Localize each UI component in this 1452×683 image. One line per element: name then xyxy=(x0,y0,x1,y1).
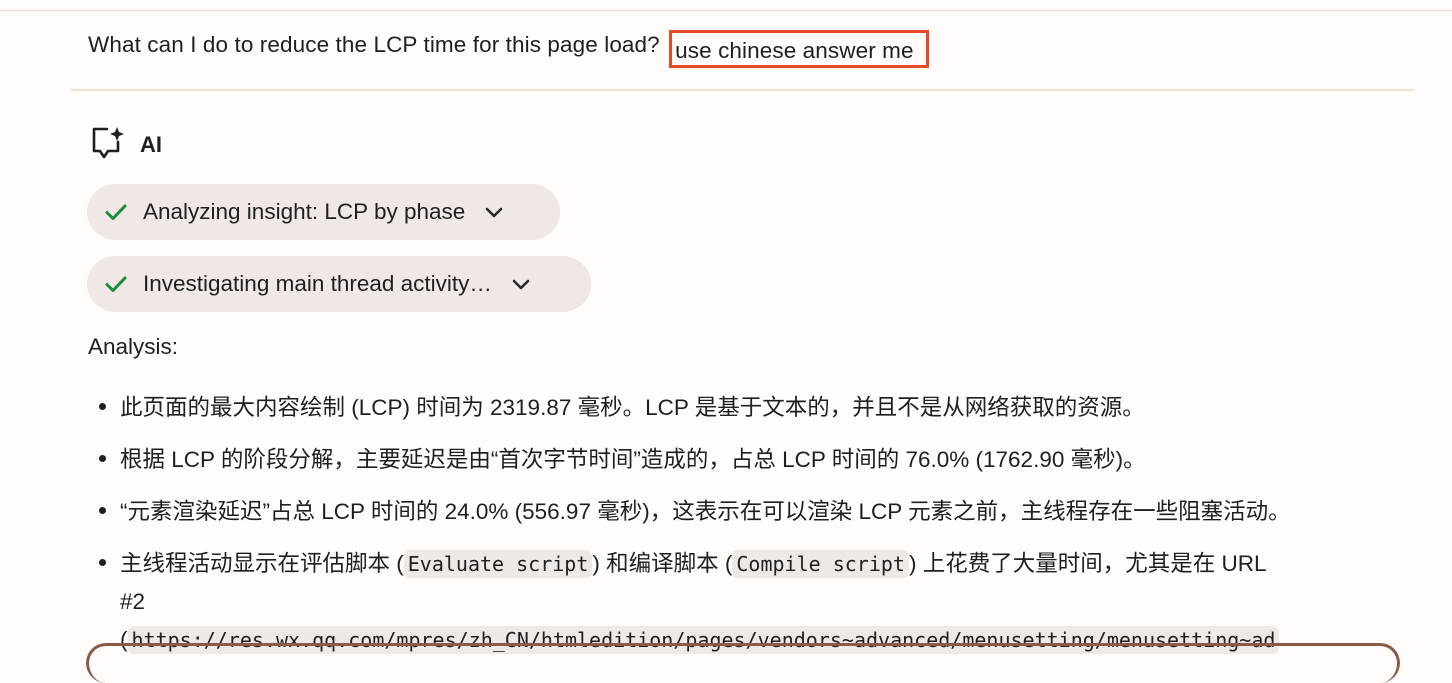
analysis-heading: Analysis: xyxy=(88,334,179,359)
ai-label: AI xyxy=(140,132,162,157)
chevron-down-icon[interactable] xyxy=(481,199,507,225)
analysis-list: 此页面的最大内容绘制 (LCP) 时间为 2319.87 毫秒。LCP 是基于文… xyxy=(88,389,1440,673)
code-compile-script: Compile script xyxy=(732,550,909,578)
check-icon xyxy=(103,199,129,225)
prompt-divider xyxy=(71,89,1415,91)
code-evaluate-script: Evaluate script xyxy=(403,550,593,578)
list-item: 此页面的最大内容绘制 (LCP) 时间为 2319.87 毫秒。LCP 是基于文… xyxy=(99,389,1440,427)
top-divider xyxy=(0,10,1452,11)
step-analyzing-insight[interactable]: Analyzing insight: LCP by phase xyxy=(87,184,560,240)
ai-response-header: AI xyxy=(90,125,162,165)
prompt-text: What can I do to reduce the LCP time for… xyxy=(88,32,660,57)
ai-sparkle-chat-icon xyxy=(90,125,126,165)
text-segment: #2 xyxy=(120,589,146,614)
user-prompt: What can I do to reduce the LCP time for… xyxy=(88,30,929,68)
step-label: Analyzing insight: LCP by phase xyxy=(143,199,466,224)
chevron-down-icon[interactable] xyxy=(508,271,534,297)
list-item: “元素渲染延迟”占总 LCP 时间的 24.0% (556.97 毫秒)，这表示… xyxy=(99,493,1440,531)
prompt-highlight: use chinese answer me xyxy=(669,30,929,68)
input-box-edge[interactable] xyxy=(86,643,1400,683)
check-icon xyxy=(103,271,129,297)
text-segment: ) 和编译脚本 ( xyxy=(592,551,733,576)
list-item: 根据 LCP 的阶段分解，主要延迟是由“首次字节时间”造成的，占总 LCP 时间… xyxy=(99,441,1440,479)
step-investigating-main-thread[interactable]: Investigating main thread activity… xyxy=(87,256,591,312)
step-label: Investigating main thread activity… xyxy=(143,271,492,296)
text-segment: 主线程活动显示在评估脚本 ( xyxy=(120,551,404,576)
list-item: 主线程活动显示在评估脚本 (Evaluate script) 和编译脚本 (Co… xyxy=(99,545,1440,659)
text-segment: ) 上花费了大量时间，尤其是在 URL xyxy=(908,551,1267,576)
